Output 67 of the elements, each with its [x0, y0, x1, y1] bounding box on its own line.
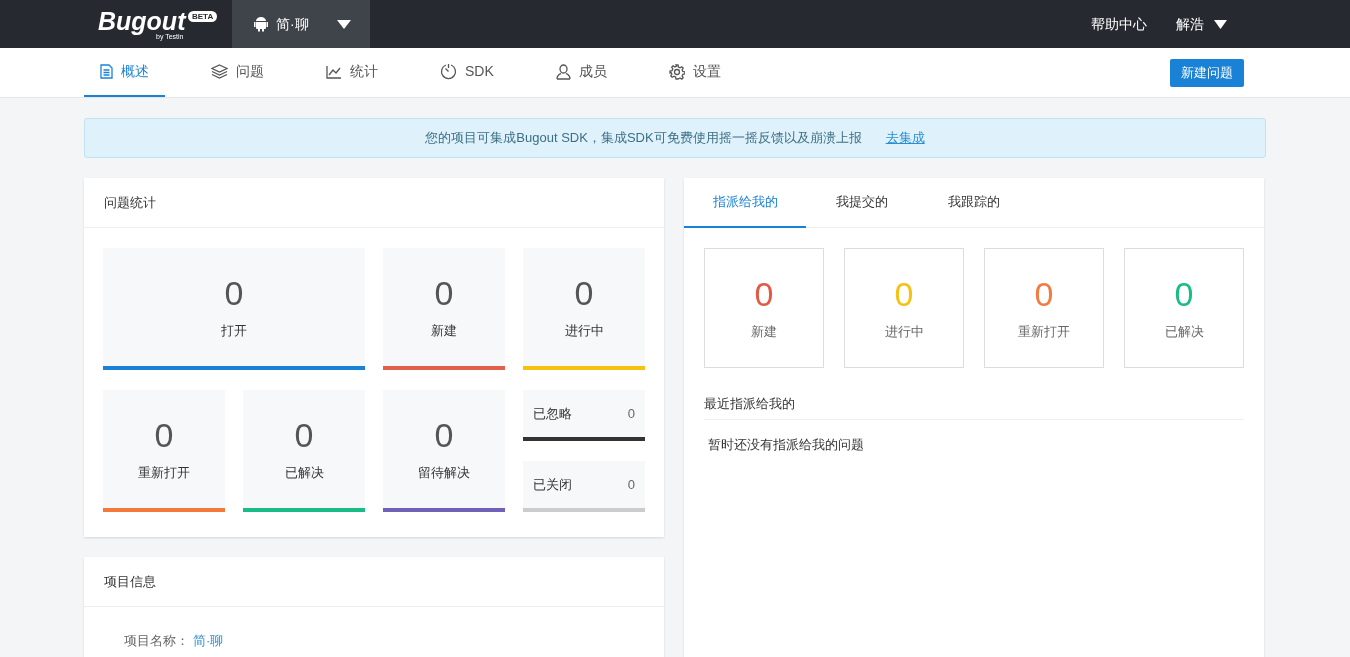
layers-icon	[211, 64, 228, 79]
user-icon	[555, 63, 571, 80]
stat-count: 0	[434, 415, 454, 456]
settings-icon	[668, 63, 685, 80]
project-name-link[interactable]: 简·聊	[193, 631, 224, 651]
stat-count: 0	[1034, 274, 1054, 315]
stat-label: 进行中	[884, 323, 924, 342]
nav-tab[interactable]: SDK	[424, 48, 510, 97]
stat-count: 0	[754, 274, 774, 315]
banner-message: 您的项目可集成Bugout SDK，集成SDK可免费使用摇一摇反馈以及崩溃上报	[425, 129, 862, 148]
project-selector[interactable]: 简·聊	[232, 0, 370, 48]
stat-count: 0	[1174, 274, 1194, 315]
android-icon	[254, 16, 268, 32]
caret-icon	[1214, 19, 1227, 29]
line-chart-icon	[326, 64, 342, 79]
stat-tile[interactable]: 0 重新打开	[984, 248, 1104, 368]
section-title: 最近指派给我的	[704, 394, 795, 413]
stat-tile[interactable]: 0 进行中	[523, 248, 645, 370]
issue-tab[interactable]: 指派给我的	[684, 178, 806, 228]
stat-count: 0	[627, 475, 635, 494]
stat-count: 0	[434, 273, 454, 314]
stat-label: 已解决	[1164, 323, 1204, 342]
stat-tile[interactable]: 0 重新打开	[103, 390, 225, 512]
stopwatch-icon	[440, 63, 457, 80]
stat-tile[interactable]: 0 新建	[383, 248, 505, 370]
card-title: 问题统计	[104, 193, 156, 212]
caret-icon	[336, 19, 351, 29]
stat-count: 0	[294, 415, 314, 456]
stat-count: 0	[574, 273, 594, 314]
nav-tab[interactable]: 成员	[539, 48, 623, 97]
stat-tile[interactable]: 0 已解决	[1124, 248, 1244, 368]
stat-label: 新建	[751, 323, 777, 342]
nav-tab[interactable]: 问题	[195, 48, 280, 97]
issue-tab[interactable]: 我跟踪的	[918, 178, 1030, 228]
stat-tile[interactable]: 已忽略 0	[523, 390, 645, 441]
stat-tile[interactable]: 0 打开	[103, 248, 365, 370]
stat-count: 0	[224, 273, 244, 314]
nav-tab[interactable]: 概述	[84, 48, 165, 97]
beta-badge: BETA	[188, 11, 218, 22]
document-icon	[100, 64, 113, 79]
stat-label: 已解决	[284, 464, 324, 483]
help-center-link[interactable]: 帮助中心	[1091, 13, 1147, 35]
field-label: 项目名称：	[124, 632, 189, 650]
stat-label: 新建	[431, 322, 457, 341]
empty-message: 暂时还没有指派给我的问题	[708, 437, 864, 452]
stat-label: 打开	[221, 322, 247, 341]
stat-count: 0	[894, 274, 914, 315]
stat-tile[interactable]: 0 新建	[704, 248, 824, 368]
stat-label: 已关闭	[533, 475, 572, 494]
stat-label: 已忽略	[533, 404, 572, 423]
nav-tab[interactable]: 设置	[652, 48, 737, 97]
stat-tile[interactable]: 0 进行中	[844, 248, 964, 368]
stat-label: 重新打开	[1018, 323, 1070, 342]
stat-tile[interactable]: 0 留待解决	[383, 390, 505, 512]
new-issue-button[interactable]: 新建问题	[1170, 58, 1244, 87]
nav-tab[interactable]: 统计	[310, 48, 394, 97]
logo-text: Bugout	[98, 6, 186, 35]
issue-tab[interactable]: 我提交的	[806, 178, 918, 228]
stat-count: 0	[154, 415, 174, 456]
card-title: 项目信息	[104, 572, 156, 591]
stat-tile[interactable]: 0 已解决	[243, 390, 365, 512]
user-menu[interactable]: 解浩	[1176, 13, 1227, 35]
stat-tile[interactable]: 已关闭 0	[523, 461, 645, 512]
stat-label: 留待解决	[418, 464, 470, 483]
stat-count: 0	[627, 404, 635, 423]
stat-label: 进行中	[564, 322, 604, 341]
stat-label: 重新打开	[138, 464, 190, 483]
